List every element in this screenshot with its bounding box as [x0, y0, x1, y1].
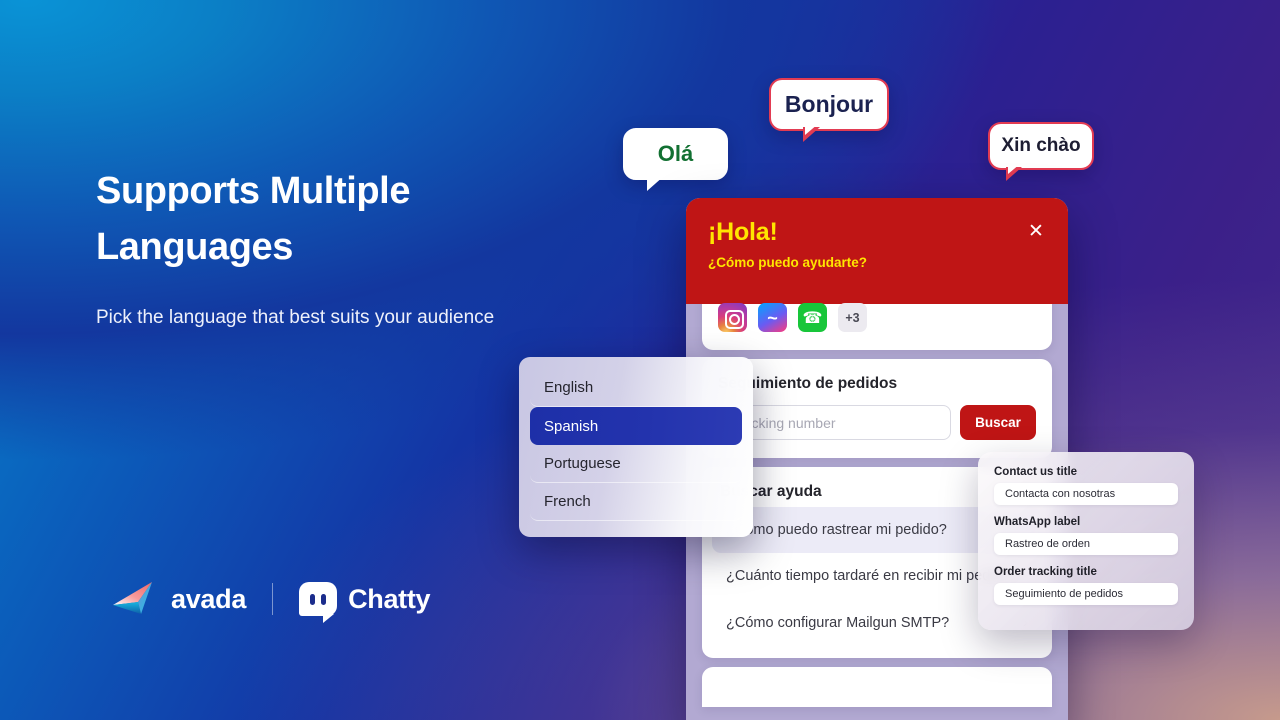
chatty-eye-right — [321, 593, 327, 605]
chat-widget-header: ¡Hola! ¿Cómo puedo ayudarte? ✕ — [686, 198, 1068, 304]
language-dropdown[interactable]: English Spanish Portuguese French — [519, 357, 753, 537]
chatty-logo-icon — [299, 582, 338, 623]
contact-us-title-label: Contact us title — [994, 466, 1078, 478]
whatsapp-label-label: WhatsApp label — [994, 516, 1081, 528]
social-channel-row: +3 — [718, 303, 1036, 332]
order-tracking-title-label: Order tracking title — [994, 566, 1097, 578]
chat-subtitle: ¿Cómo puedo ayudarte? — [708, 255, 868, 270]
speech-bubble-portuguese: Olá — [623, 128, 728, 191]
avada-logo-icon — [113, 582, 152, 614]
instagram-icon[interactable] — [718, 303, 747, 332]
faq-question: ¿Cómo configurar Mailgun SMTP? — [726, 614, 950, 631]
language-option-portuguese[interactable]: Portuguese — [530, 445, 742, 483]
order-tracking-card: Seguimiento de pedidos Buscar — [702, 359, 1052, 458]
order-tracking-row: Buscar — [718, 405, 1036, 440]
speech-bubble-french: Bonjour — [769, 78, 889, 142]
chatty-eye-left — [310, 593, 316, 605]
more-channels-button[interactable]: +3 — [838, 303, 867, 332]
order-tracking-title-field[interactable] — [994, 583, 1178, 605]
whatsapp-label-field[interactable] — [994, 533, 1178, 555]
language-option-french[interactable]: French — [530, 483, 742, 521]
messenger-icon[interactable] — [758, 303, 787, 332]
faq-question: ¿Cómo puedo rastrear mi pedido? — [726, 522, 947, 538]
extra-card — [702, 667, 1052, 707]
page-subtitle: Pick the language that best suits your a… — [96, 307, 495, 328]
brand-divider — [272, 583, 274, 615]
chatty-brand: Chatty — [299, 582, 431, 623]
speech-bubble-vietnamese: Xin chào — [988, 122, 1094, 181]
chat-greeting: ¡Hola! — [708, 218, 778, 246]
track-order-button[interactable]: Buscar — [960, 405, 1036, 440]
language-option-spanish[interactable]: Spanish — [530, 407, 742, 445]
speech-bubble-text: Bonjour — [784, 91, 874, 117]
translation-settings-panel: Contact us title WhatsApp label Order tr… — [978, 452, 1194, 630]
language-option-english[interactable]: English — [530, 369, 742, 407]
speech-bubble-tail — [803, 124, 820, 142]
page-title: Supports Multiple Languages — [96, 170, 411, 269]
speech-bubble-tail — [647, 176, 664, 191]
brand-lockup: avada Chatty — [112, 580, 431, 623]
order-tracking-title: Seguimiento de pedidos — [718, 375, 898, 392]
phone-icon[interactable] — [798, 303, 827, 332]
close-icon[interactable]: ✕ — [1026, 222, 1046, 242]
chatty-wordmark: Chatty — [348, 583, 431, 614]
speech-bubble-text: Xin chào — [1001, 135, 1081, 156]
speech-bubble-text: Olá — [657, 141, 694, 166]
avada-brand: avada — [112, 580, 246, 618]
faq-question: ¿Cuánto tiempo tardaré en recibir mi ped… — [726, 568, 1018, 584]
contact-us-title-field[interactable] — [994, 483, 1178, 505]
avada-wordmark: avada — [171, 583, 247, 614]
speech-bubble-tail — [1006, 164, 1022, 181]
